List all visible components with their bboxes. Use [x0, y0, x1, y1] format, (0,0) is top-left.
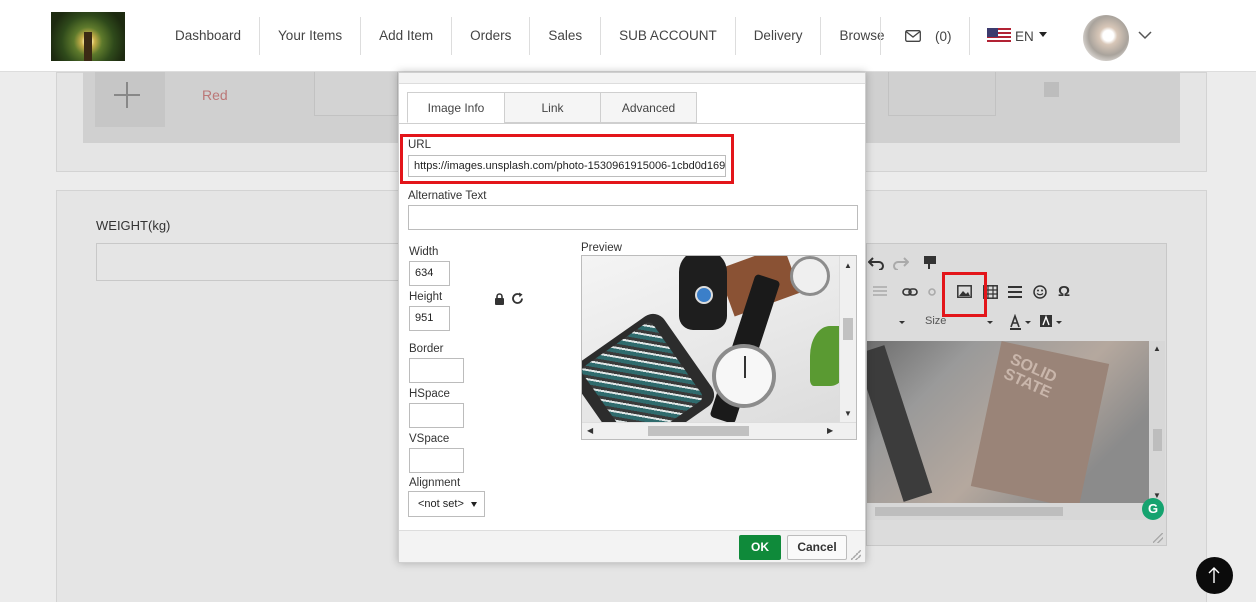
dialog-footer: OK Cancel [399, 530, 865, 562]
alt-text-label: Alternative Text [408, 190, 487, 202]
scroll-up-arrow[interactable]: ▲ [1153, 345, 1161, 353]
phone-screen [582, 320, 705, 422]
alignment-select[interactable]: <not set> [408, 491, 485, 517]
source-icon[interactable] [922, 254, 938, 270]
us-flag-icon [987, 28, 1011, 44]
chevron-down-icon[interactable] [1138, 30, 1152, 40]
ok-button[interactable]: OK [739, 535, 781, 560]
lock-icon[interactable] [494, 293, 505, 305]
weight-input[interactable] [96, 243, 401, 281]
url-highlight [400, 134, 734, 184]
nav-orders[interactable]: Orders [452, 17, 531, 55]
redo-icon[interactable] [893, 256, 909, 270]
preview-scroll-up-arrow[interactable]: ▲ [844, 262, 852, 270]
nav-your-items[interactable]: Your Items [260, 17, 362, 55]
car-key-shape [679, 256, 727, 330]
format-dropdown-caret[interactable] [897, 318, 907, 326]
preview-image [582, 256, 839, 422]
cancel-button[interactable]: Cancel [787, 535, 847, 560]
height-label: Height [409, 291, 443, 303]
omega-icon[interactable]: Ω [1058, 284, 1070, 299]
vspace-label: VSpace [409, 433, 450, 445]
alt-text-input[interactable] [408, 205, 858, 230]
mail-icon [905, 30, 921, 42]
align-icon[interactable] [873, 286, 887, 298]
editor-horizontal-scrollbar[interactable] [867, 503, 1149, 520]
editor-vertical-scrollbar[interactable] [1149, 341, 1165, 503]
preview-label: Preview [581, 242, 622, 254]
preview-scroll-right-arrow[interactable]: ▶ [827, 427, 833, 435]
image-preview: ▲ ▼ ◀ ▶ [581, 255, 857, 440]
messages-link[interactable]: (0) [880, 17, 970, 55]
watch-shape [790, 256, 830, 296]
preview-scroll-left-arrow[interactable]: ◀ [587, 427, 593, 435]
book-title: SOLID STATE [1001, 351, 1060, 402]
tab-advanced[interactable]: Advanced [600, 92, 697, 123]
variant-field[interactable] [314, 72, 398, 116]
nav-delivery[interactable]: Delivery [736, 17, 822, 55]
select-caret-icon [471, 502, 477, 507]
weight-label: WEIGHT(kg) [96, 218, 171, 233]
hspace-label: HSpace [409, 388, 450, 400]
vspace-input[interactable] [409, 448, 464, 473]
variant-color-label: Red [202, 87, 228, 103]
variant-field[interactable] [888, 72, 996, 116]
dialog-title-bar[interactable] [399, 73, 865, 84]
preview-vertical-thumb[interactable] [843, 318, 853, 340]
width-label: Width [409, 246, 439, 258]
preview-horizontal-thumb[interactable] [648, 426, 749, 436]
user-avatar[interactable] [1083, 15, 1129, 61]
horizontal-line-icon[interactable] [1008, 285, 1022, 299]
smiley-icon[interactable] [1033, 285, 1047, 299]
hspace-input[interactable] [409, 403, 464, 428]
alignment-label: Alignment [409, 477, 461, 489]
width-input[interactable]: 634 [409, 261, 450, 286]
tab-link[interactable]: Link [504, 92, 601, 123]
size-dropdown-caret[interactable] [985, 318, 995, 326]
background-color-icon[interactable] [1040, 314, 1064, 330]
border-input[interactable] [409, 358, 464, 383]
link-icon[interactable] [902, 286, 918, 298]
tabs-divider [399, 123, 865, 124]
tab-image-info[interactable]: Image Info [407, 92, 505, 123]
reset-size-icon[interactable] [511, 292, 524, 305]
editor-product-image: SOLID STATE [867, 341, 1149, 503]
editor-resize-grip[interactable] [1153, 533, 1163, 543]
messages-count: (0) [935, 28, 952, 44]
dialog-tabs: Image Info Link Advanced [407, 92, 697, 123]
nav-dashboard[interactable]: Dashboard [157, 17, 261, 55]
watch-face-shape [712, 344, 776, 408]
main-nav: Dashboard Your Items Add Item Orders Sal… [157, 17, 902, 55]
dialog-resize-grip[interactable] [851, 550, 861, 560]
language-label: EN [1015, 28, 1034, 44]
grammarly-icon[interactable]: G [1142, 498, 1164, 520]
nav-sub-account[interactable]: SUB ACCOUNT [601, 17, 736, 55]
alignment-value: <not set> [418, 498, 464, 510]
nav-add-item[interactable]: Add Item [361, 17, 453, 55]
language-selector[interactable]: EN [987, 28, 1047, 44]
book-shape: SOLID STATE [970, 341, 1110, 503]
back-to-top-button[interactable] [1196, 557, 1233, 594]
image-properties-dialog: Image Info Link Advanced URL https://ima… [398, 72, 866, 563]
add-variant-image-button[interactable] [95, 72, 165, 127]
nav-sales[interactable]: Sales [530, 17, 602, 55]
top-navbar: Dashboard Your Items Add Item Orders Sal… [0, 0, 1256, 72]
preview-scroll-down-arrow[interactable]: ▼ [844, 410, 852, 418]
border-label: Border [409, 343, 444, 355]
height-input[interactable]: 951 [409, 306, 450, 331]
arrow-up-icon [1208, 567, 1220, 583]
image-button-highlight [942, 272, 987, 317]
caret-down-icon [1038, 32, 1047, 37]
plant-shape [810, 326, 839, 386]
undo-icon[interactable] [868, 256, 884, 270]
text-color-icon[interactable] [1009, 314, 1033, 330]
site-logo[interactable] [51, 12, 125, 61]
unlink-icon[interactable] [928, 286, 942, 298]
watch-strap-shape [867, 345, 933, 502]
variant-checkbox[interactable] [1044, 82, 1059, 97]
